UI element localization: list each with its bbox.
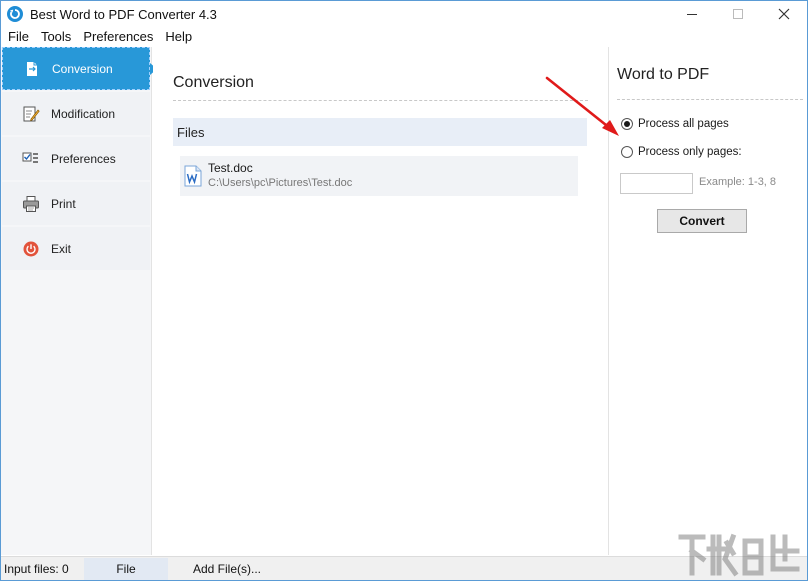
list-item[interactable]: Test.doc C:\Users\pc\Pictures\Test.doc [180, 156, 578, 196]
close-icon [778, 8, 790, 20]
title-bar: Best Word to PDF Converter 4.3 [1, 1, 807, 27]
sidebar-item-label: Print [51, 196, 76, 211]
process-all-pages-option[interactable]: Process all pages [621, 118, 729, 130]
app-window: Best Word to PDF Converter 4.3 File Tool… [0, 0, 808, 581]
conversion-panel: Conversion Files Test.doc C:\Users\pc\Pi… [153, 47, 608, 555]
options-title: Word to PDF [617, 66, 803, 100]
process-only-pages-label: Process only pages: [638, 146, 742, 158]
checklist-icon [22, 150, 40, 168]
pages-range-input[interactable] [620, 173, 693, 194]
menu-help[interactable]: Help [159, 29, 198, 44]
window-controls [669, 1, 807, 27]
file-button[interactable]: File [84, 557, 168, 580]
file-name: Test.doc [208, 161, 253, 175]
maximize-icon [732, 8, 743, 19]
sidebar-item-label: Modification [51, 106, 116, 121]
printer-icon [22, 195, 40, 213]
files-header: Files [173, 118, 587, 146]
sidebar-item-preferences[interactable]: Preferences [2, 137, 150, 180]
edit-document-icon [22, 105, 40, 123]
sidebar: Conversion Modification Preferences Prin… [1, 47, 157, 555]
sidebar-item-label: Preferences [51, 151, 116, 166]
watermark-logo [678, 533, 800, 577]
file-path: C:\Users\pc\Pictures\Test.doc [208, 177, 353, 189]
convert-button[interactable]: Convert [657, 209, 747, 233]
sidebar-item-exit[interactable]: Exit [2, 227, 150, 270]
menu-file[interactable]: File [1, 29, 35, 44]
radio-selected-dot [624, 121, 630, 127]
menu-bar: File Tools Preferences Help [1, 27, 807, 46]
menu-preferences[interactable]: Preferences [77, 29, 159, 44]
document-convert-icon [23, 60, 41, 78]
add-files-button[interactable]: Add File(s)... [172, 558, 282, 580]
process-all-pages-radio[interactable] [621, 118, 633, 130]
minimize-button[interactable] [669, 1, 715, 27]
process-only-pages-radio[interactable] [621, 146, 633, 158]
app-logo-icon [7, 6, 23, 22]
window-title: Best Word to PDF Converter 4.3 [30, 6, 217, 22]
process-all-pages-label: Process all pages [638, 118, 729, 130]
pages-example-hint: Example: 1-3, 8 [699, 176, 777, 188]
file-info: Test.doc C:\Users\pc\Pictures\Test.doc [208, 161, 352, 191]
maximize-button[interactable] [715, 1, 761, 27]
sidebar-item-label: Exit [51, 241, 72, 256]
word-document-icon [184, 165, 202, 187]
sidebar-item-modification[interactable]: Modification [2, 92, 150, 135]
sidebar-item-label: Conversion [52, 61, 113, 76]
process-only-pages-option[interactable]: Process only pages: [621, 146, 742, 158]
sidebar-item-conversion[interactable]: Conversion [2, 47, 157, 90]
minimize-icon [686, 13, 697, 15]
input-files-count: Input files: 0 [4, 561, 69, 576]
menu-tools[interactable]: Tools [35, 29, 77, 44]
sidebar-item-print[interactable]: Print [2, 182, 150, 225]
options-panel: Word to PDF Process all pages Process on… [608, 47, 807, 555]
close-button[interactable] [761, 1, 807, 27]
page-title: Conversion [173, 74, 588, 101]
power-icon [22, 240, 40, 258]
